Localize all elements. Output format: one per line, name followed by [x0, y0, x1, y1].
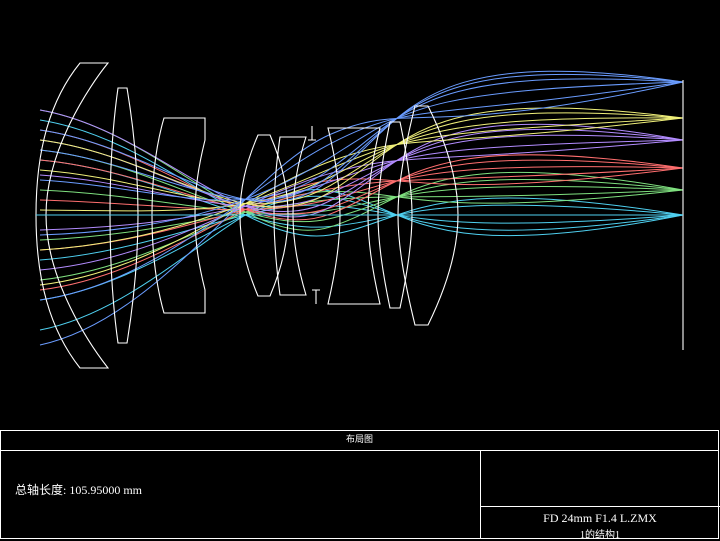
aperture-stop-bottom: [312, 289, 320, 304]
panel-title: 布局图: [345, 435, 373, 445]
lens-layout-diagram: [35, 62, 684, 369]
divider: [480, 506, 720, 507]
ray: [39, 81, 684, 346]
ray: [39, 204, 684, 261]
file-name: FD 24mm F1.4 L.ZMX: [543, 511, 657, 525]
divider: [1, 450, 718, 451]
total-length-label: 总轴长度:: [15, 483, 67, 497]
total-axial-length: 总轴长度: 105.95000 mm: [15, 481, 142, 498]
aperture-stop-top: [308, 126, 316, 141]
ray: [39, 195, 684, 301]
total-length-value: 105.95000 mm: [69, 483, 143, 497]
info-panel: 布局图 总轴长度: 105.95000 mm FD 24mm F1.4 L.ZM…: [0, 430, 720, 541]
configuration-name: 1的结构1: [580, 530, 620, 541]
